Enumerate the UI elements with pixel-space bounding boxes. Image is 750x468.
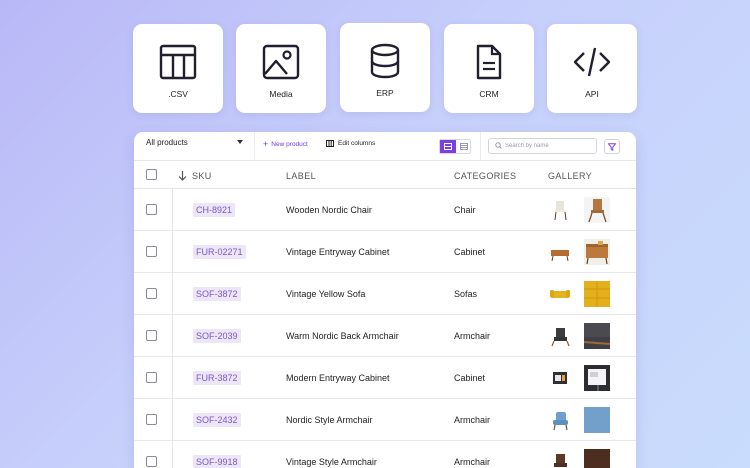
source-card-label: ERP [376, 88, 394, 98]
list-view-icon [444, 143, 452, 150]
code-icon [573, 47, 611, 77]
chair-product-image[interactable] [548, 198, 572, 222]
product-label: Vintage Entryway Cabinet [286, 247, 390, 257]
product-table-panel: All products + New product Edit columns [134, 132, 636, 468]
table-toolbar: All products + New product Edit columns [134, 132, 636, 161]
table-row[interactable]: SOF-9918 Vintage Style Armchair Armchair [134, 441, 636, 468]
sku-badge[interactable]: SOF-2432 [193, 413, 241, 427]
sort-arrow-down-icon[interactable] [178, 170, 187, 181]
table-row[interactable]: SOF-2039 Warm Nordic Back Armchair Armch… [134, 315, 636, 357]
source-card-erp[interactable]: ERP [340, 23, 430, 112]
armchair-product-image[interactable] [584, 449, 610, 468]
list-view-button[interactable] [440, 140, 456, 153]
sku-badge[interactable]: FUR-3872 [193, 371, 241, 385]
product-filter-select[interactable]: All products [146, 138, 246, 152]
table-row[interactable]: SOF-2432 Nordic Style Armchair Armchair [134, 399, 636, 441]
product-category: Cabinet [454, 373, 486, 383]
row-checkbox[interactable] [146, 246, 157, 257]
sku-badge[interactable]: FUR-02271 [193, 245, 246, 259]
row-checkbox[interactable] [146, 288, 157, 299]
table-header: SKU LABEL CATEGORIES GALLERY [134, 162, 636, 189]
source-card-label: CRM [479, 89, 499, 99]
image-icon [262, 44, 300, 80]
data-source-cards: .CSV Media ERP CRM API [133, 23, 637, 114]
armchair-product-image[interactable] [584, 407, 610, 433]
cabinet-product-image[interactable] [548, 366, 572, 390]
row-checkbox[interactable] [146, 456, 157, 467]
product-label: Wooden Nordic Chair [286, 205, 372, 215]
search-box [488, 138, 597, 154]
armchair-product-image[interactable] [548, 450, 572, 468]
product-label: Warm Nordic Back Armchair [286, 331, 399, 341]
source-card-csv[interactable]: .CSV [133, 24, 223, 113]
table-row[interactable]: FUR-3872 Modern Entryway Cabinet Cabinet [134, 357, 636, 399]
armchair-product-image[interactable] [548, 324, 572, 348]
product-category: Sofas [454, 289, 478, 299]
sofa-product-image[interactable] [548, 282, 572, 306]
select-all-checkbox[interactable] [146, 169, 157, 180]
cabinet-product-image[interactable] [584, 239, 610, 265]
column-header-gallery[interactable]: GALLERY [548, 171, 592, 181]
new-product-label: New product [271, 140, 308, 148]
product-category: Armchair [454, 331, 491, 341]
table-row[interactable]: SOF-3872 Vintage Yellow Sofa Sofas [134, 273, 636, 315]
plus-icon: + [263, 139, 269, 149]
search-icon [495, 142, 502, 149]
source-card-media[interactable]: Media [236, 24, 326, 113]
database-icon [370, 43, 400, 79]
edit-columns-label: Edit columns [338, 140, 376, 147]
view-toggle [439, 139, 471, 154]
sku-badge[interactable]: CH-8921 [193, 203, 236, 217]
product-category: Armchair [454, 457, 491, 467]
cabinet-product-image[interactable] [584, 365, 610, 391]
armchair-product-image[interactable] [584, 323, 610, 349]
new-product-button[interactable]: + New product [263, 139, 308, 149]
toolbar-divider [254, 132, 255, 160]
filter-button[interactable] [604, 139, 620, 154]
product-label: Modern Entryway Cabinet [286, 373, 390, 383]
sofa-product-image[interactable] [584, 281, 610, 307]
column-header-sku[interactable]: SKU [192, 171, 212, 181]
row-checkbox[interactable] [146, 330, 157, 341]
product-label: Vintage Style Armchair [286, 457, 377, 467]
grid-view-button[interactable] [456, 140, 471, 153]
product-filter-value: All products [146, 138, 188, 147]
row-checkbox[interactable] [146, 414, 157, 425]
table-row[interactable]: CH-8921 Wooden Nordic Chair Chair [134, 189, 636, 231]
row-checkbox[interactable] [146, 204, 157, 215]
product-category: Armchair [454, 415, 491, 425]
row-checkbox[interactable] [146, 372, 157, 383]
search-input[interactable] [505, 140, 593, 152]
cabinet-product-image[interactable] [548, 240, 572, 264]
source-card-label: API [585, 89, 599, 99]
table-icon [159, 44, 197, 80]
armchair-product-image[interactable] [548, 408, 572, 432]
source-card-label: .CSV [168, 89, 188, 99]
product-category: Cabinet [454, 247, 486, 257]
table-row[interactable]: FUR-02271 Vintage Entryway Cabinet Cabin… [134, 231, 636, 273]
product-label: Nordic Style Armchair [286, 415, 373, 425]
sku-badge[interactable]: SOF-9918 [193, 455, 241, 468]
source-card-label: Media [269, 89, 293, 99]
product-category: Chair [454, 205, 476, 215]
column-header-categories[interactable]: CATEGORIES [454, 171, 516, 181]
filter-icon [608, 142, 616, 151]
source-card-api[interactable]: API [547, 24, 637, 113]
chair-product-image[interactable] [584, 197, 610, 223]
chevron-down-icon[interactable] [237, 140, 243, 144]
sku-badge[interactable]: SOF-3872 [193, 287, 241, 301]
column-header-label[interactable]: LABEL [286, 171, 316, 181]
source-card-crm[interactable]: CRM [444, 24, 534, 113]
edit-columns-button[interactable]: Edit columns [326, 140, 375, 147]
grid-view-icon [459, 143, 468, 150]
columns-icon [326, 140, 334, 147]
product-label: Vintage Yellow Sofa [286, 289, 366, 299]
sku-badge[interactable]: SOF-2039 [193, 329, 241, 343]
document-icon [476, 44, 502, 80]
toolbar-divider [480, 132, 481, 160]
